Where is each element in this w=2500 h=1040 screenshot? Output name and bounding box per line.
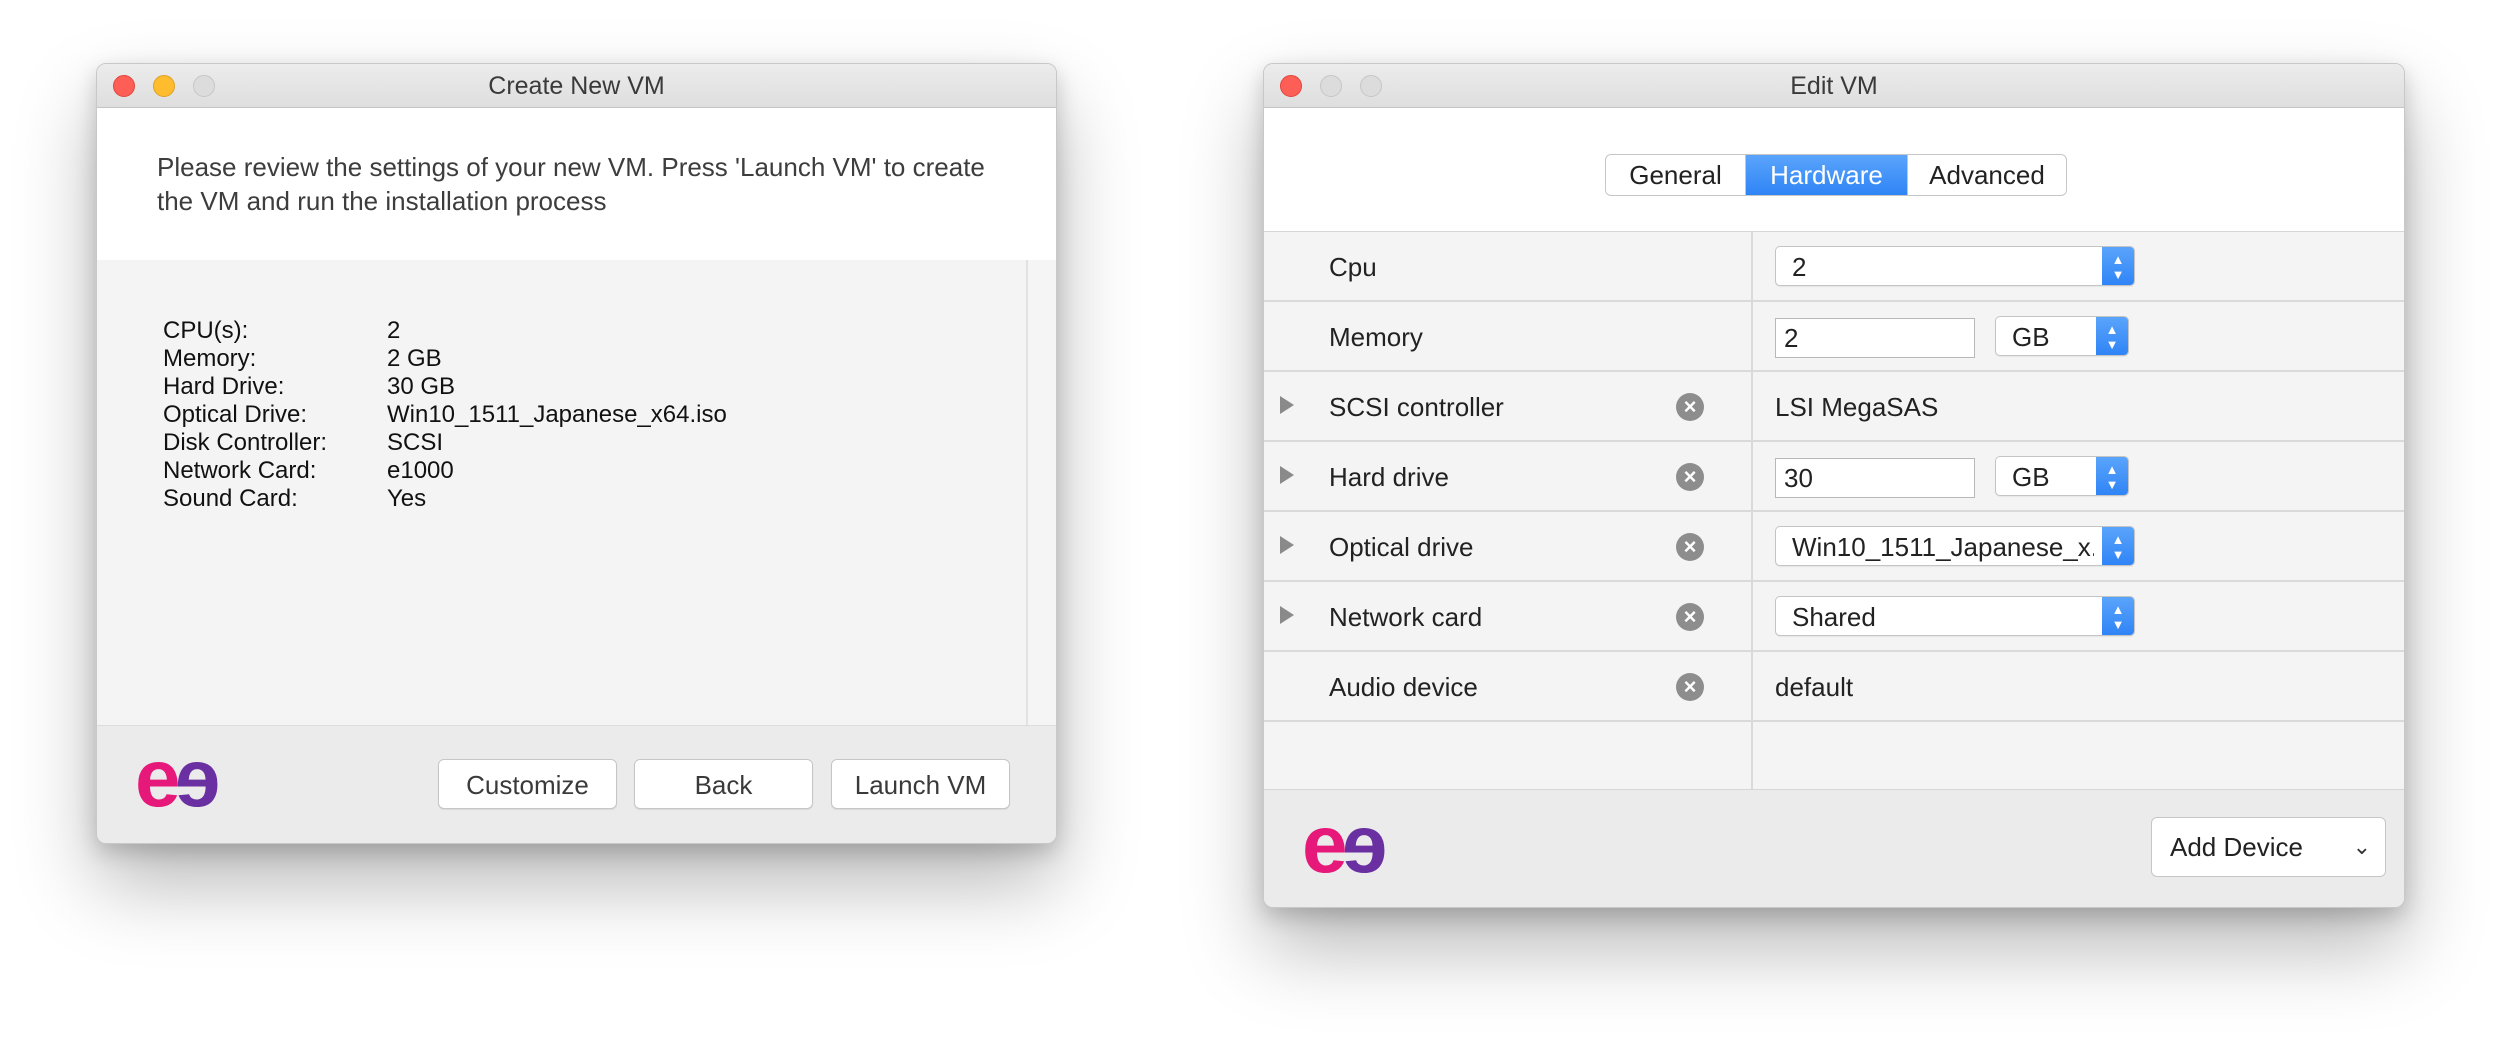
memory-unit: GB xyxy=(2012,322,2050,352)
table-row-cpu: Cpu 2 ▲ ▼ xyxy=(1264,232,2404,302)
window-controls xyxy=(113,75,215,97)
edit-vm-window: Edit VM General Hardware Advanced Cpu 2 … xyxy=(1263,63,2405,908)
optical-drive-select[interactable]: Win10_1511_Japanese_x... ▲ ▼ xyxy=(1775,526,2135,566)
close-icon[interactable] xyxy=(1280,75,1302,97)
zoom-icon[interactable] xyxy=(1360,75,1382,97)
summary-key: Sound Card: xyxy=(163,485,298,512)
summary-row: CPU(s): 2 xyxy=(163,317,1026,345)
summary-row: Network Card: e1000 xyxy=(163,457,1026,485)
remove-circle-icon[interactable]: × xyxy=(1676,463,1704,491)
logo-letter-right: e xyxy=(174,733,221,824)
up-down-chevron-icon: ▲ ▼ xyxy=(2096,317,2128,355)
app-logo: e e xyxy=(135,733,221,824)
disclosure-triangle-icon[interactable] xyxy=(1280,466,1294,484)
intro-text: Please review the settings of your new V… xyxy=(97,108,1056,260)
summary-row: Hard Drive: 30 GB xyxy=(163,373,1026,401)
tab-bar: General Hardware Advanced xyxy=(1605,154,2067,196)
row-label: Memory xyxy=(1329,322,1423,352)
table-row-optical-drive: Optical drive × Win10_1511_Japanese_x...… xyxy=(1264,512,2404,582)
summary-value: e1000 xyxy=(387,457,454,484)
hard-drive-input[interactable]: 30 xyxy=(1775,458,1975,498)
back-button[interactable]: Back xyxy=(634,759,813,809)
summary-value: Yes xyxy=(387,485,427,512)
optical-drive-value: Win10_1511_Japanese_x... xyxy=(1792,532,2094,562)
remove-circle-icon[interactable]: × xyxy=(1676,393,1704,421)
hard-drive-unit: GB xyxy=(2012,462,2050,492)
footer: e e Add Device ⌄ xyxy=(1264,789,2404,907)
summary-key: CPU(s): xyxy=(163,317,249,344)
add-device-label: Add Device xyxy=(2170,832,2303,862)
summary-value: 30 GB xyxy=(387,373,456,400)
table-row-empty xyxy=(1264,722,2404,792)
close-icon[interactable] xyxy=(113,75,135,97)
hardware-table: Cpu 2 ▲ ▼ Memory 2 GB ▲ ▼ SCSI controller … xyxy=(1264,231,2404,792)
window-title: Edit VM xyxy=(1790,72,1878,100)
window-title: Create New VM xyxy=(488,72,665,100)
tab-general[interactable]: General xyxy=(1606,155,1745,195)
summary-row: Sound Card: Yes xyxy=(163,485,1026,513)
network-card-value: Shared xyxy=(1792,602,1876,632)
app-logo: e e xyxy=(1302,799,1388,890)
footer: e e Customize Back Launch VM xyxy=(97,725,1056,843)
summary-row: Disk Controller: SCSI xyxy=(163,429,1026,457)
up-down-chevron-icon: ▲ ▼ xyxy=(2102,527,2134,565)
tab-advanced[interactable]: Advanced xyxy=(1907,155,2066,195)
summary-value: SCSI xyxy=(387,429,444,456)
disclosure-triangle-icon[interactable] xyxy=(1280,396,1294,414)
table-row-network-card: Network card × Shared ▲ ▼ xyxy=(1264,582,2404,652)
minimize-icon[interactable] xyxy=(153,75,175,97)
cpu-value: 2 xyxy=(1792,252,1807,282)
table-row-scsi: SCSI controller × LSI MegaSAS xyxy=(1264,372,2404,442)
scsi-value: LSI MegaSAS xyxy=(1775,392,1939,422)
row-label: Cpu xyxy=(1329,252,1377,282)
row-label: SCSI controller xyxy=(1329,392,1504,422)
summary-key: Optical Drive: xyxy=(163,401,308,428)
disclosure-triangle-icon[interactable] xyxy=(1280,536,1294,554)
titlebar[interactable]: Edit VM xyxy=(1264,64,2404,108)
up-down-chevron-icon: ▲ ▼ xyxy=(2102,247,2134,285)
window-controls xyxy=(1280,75,1382,97)
summary-key: Memory: xyxy=(163,345,257,372)
table-row-audio-device: Audio device × default xyxy=(1264,652,2404,722)
table-row-memory: Memory 2 GB ▲ ▼ xyxy=(1264,302,2404,372)
up-down-chevron-icon: ▲ ▼ xyxy=(2102,597,2134,635)
logo-letter-left: e xyxy=(1302,799,1348,890)
zoom-icon[interactable] xyxy=(193,75,215,97)
settings-summary: CPU(s): 2 Memory: 2 GB Hard Drive: 30 GB Op… xyxy=(97,260,1028,728)
row-label: Hard drive xyxy=(1329,462,1449,492)
minimize-icon[interactable] xyxy=(1320,75,1342,97)
memory-input[interactable]: 2 xyxy=(1775,318,1975,358)
add-device-select[interactable]: Add Device ⌄ xyxy=(2151,817,2386,877)
titlebar[interactable]: Create New VM xyxy=(97,64,1056,108)
logo-letter-left: e xyxy=(135,733,181,824)
summary-value: Win10_1511_Japanese_x64.iso xyxy=(387,401,727,428)
remove-circle-icon[interactable]: × xyxy=(1676,673,1704,701)
tab-hardware[interactable]: Hardware xyxy=(1745,155,1907,195)
customize-button[interactable]: Customize xyxy=(438,759,617,809)
network-card-select[interactable]: Shared ▲ ▼ xyxy=(1775,596,2135,636)
summary-row: Memory: 2 GB xyxy=(163,345,1026,373)
table-row-hard-drive: Hard drive × 30 GB ▲ ▼ xyxy=(1264,442,2404,512)
hard-drive-unit-select[interactable]: GB ▲ ▼ xyxy=(1995,456,2129,496)
summary-key: Disk Controller: xyxy=(163,429,328,456)
disclosure-triangle-icon[interactable] xyxy=(1280,606,1294,624)
row-label: Optical drive xyxy=(1329,532,1474,562)
create-vm-window: Create New VM Please review the settings… xyxy=(96,63,1057,844)
memory-unit-select[interactable]: GB ▲ ▼ xyxy=(1995,316,2129,356)
chevron-down-icon: ⌄ xyxy=(2352,834,2371,859)
remove-circle-icon[interactable]: × xyxy=(1676,603,1704,631)
audio-device-value: default xyxy=(1775,672,1854,702)
summary-value: 2 xyxy=(387,317,401,344)
cpu-select[interactable]: 2 ▲ ▼ xyxy=(1775,246,2135,286)
summary-row: Optical Drive: Win10_1511_Japanese_x64.is… xyxy=(163,401,1026,429)
remove-circle-icon[interactable]: × xyxy=(1676,533,1704,561)
row-label: Network card xyxy=(1329,602,1483,632)
summary-key: Network Card: xyxy=(163,457,317,484)
summary-key: Hard Drive: xyxy=(163,373,285,400)
summary-value: 2 GB xyxy=(387,345,442,372)
launch-vm-button[interactable]: Launch VM xyxy=(831,759,1010,809)
logo-letter-right: e xyxy=(1341,799,1388,890)
row-label: Audio device xyxy=(1329,672,1478,702)
up-down-chevron-icon: ▲ ▼ xyxy=(2096,457,2128,495)
